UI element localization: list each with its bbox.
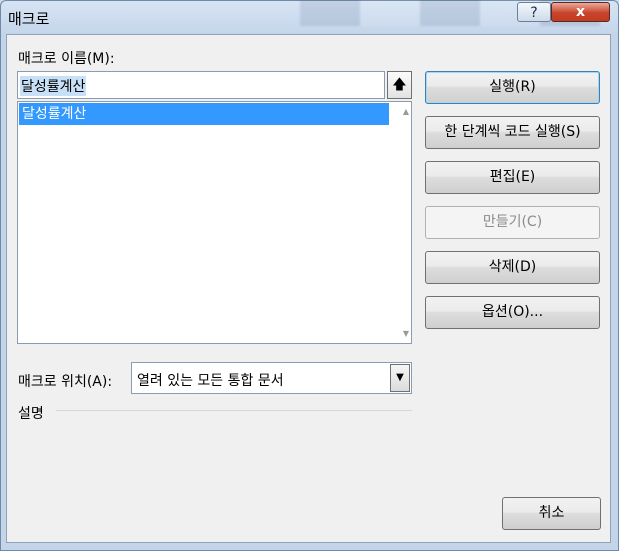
up-arrow-icon: 🡅 xyxy=(392,77,407,93)
window-title: 매크로 xyxy=(8,10,50,28)
description-divider xyxy=(56,410,412,411)
run-button[interactable]: 실행(R) xyxy=(425,71,600,104)
help-button[interactable]: ? xyxy=(517,2,551,22)
macro-location-select[interactable]: 열려 있는 모든 통합 문서 ▼ xyxy=(131,362,412,394)
chevron-down-icon: ▼ xyxy=(396,372,404,383)
close-button[interactable]: x xyxy=(551,2,610,22)
close-icon: x xyxy=(575,4,586,20)
dropdown-button[interactable]: ▼ xyxy=(390,364,410,392)
title-bar: 매크로 ? x xyxy=(0,0,619,34)
macro-name-label: 매크로 이름(M): xyxy=(18,51,115,67)
options-button[interactable]: 옵션(O)... xyxy=(425,296,600,329)
delete-button[interactable]: 삭제(D) xyxy=(425,251,600,284)
edit-button[interactable]: 편집(E) xyxy=(425,161,600,194)
create-button: 만들기(C) xyxy=(425,206,600,239)
macro-location-value: 열려 있는 모든 통합 문서 xyxy=(137,373,284,389)
macro-list[interactable]: 달성률계산 ▲ ▼ xyxy=(17,101,412,344)
macro-name-value: 달성률계산 xyxy=(20,76,87,96)
scroll-up-icon[interactable]: ▲ xyxy=(403,107,409,116)
macro-name-input[interactable]: 달성률계산 xyxy=(17,71,385,99)
description-label: 설명 xyxy=(18,406,44,422)
step-into-button[interactable]: 한 단계씩 코드 실행(S) xyxy=(425,116,600,149)
macro-location-label: 매크로 위치(A): xyxy=(18,374,113,390)
scroll-down-icon[interactable]: ▼ xyxy=(403,329,409,338)
up-arrow-button[interactable]: 🡅 xyxy=(387,71,412,99)
cancel-button[interactable]: 취소 xyxy=(502,497,601,530)
list-item[interactable]: 달성률계산 xyxy=(19,103,389,125)
